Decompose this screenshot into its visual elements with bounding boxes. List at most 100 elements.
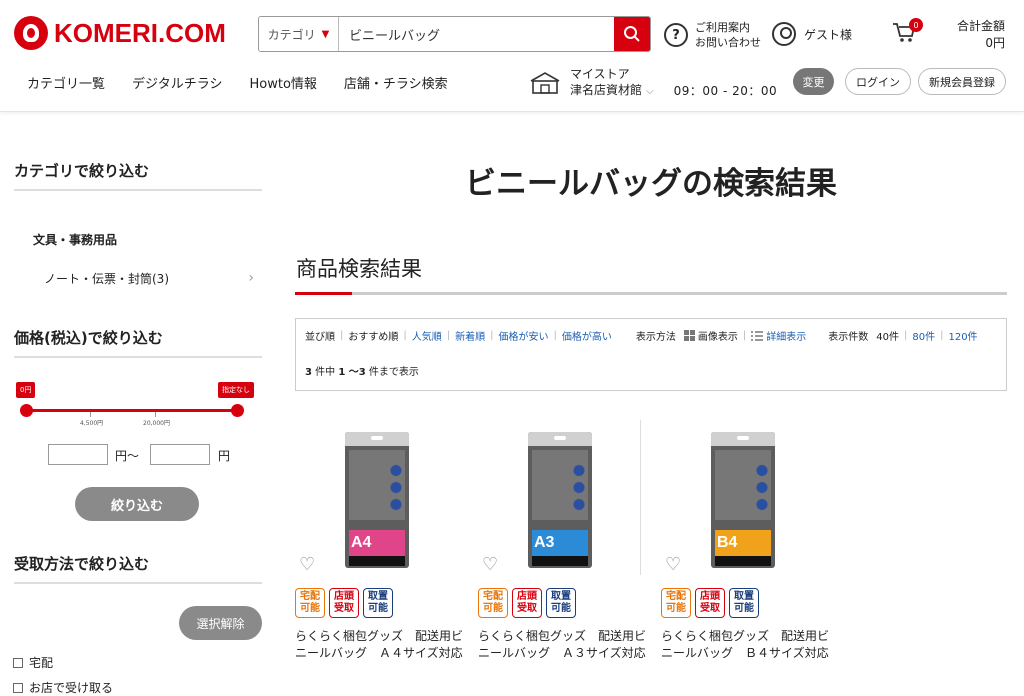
account-link[interactable]: ゲスト様: [772, 22, 852, 46]
search-bar: カテゴリ ▼: [258, 16, 651, 52]
divider: [14, 356, 262, 358]
product-size-text: B4: [717, 534, 738, 551]
heart-icon[interactable]: ♡: [665, 554, 681, 575]
my-store: マイストア 津名店資材館 ⌵ 09：00 - 20：00: [528, 66, 777, 100]
sort-newest[interactable]: 新着順: [455, 328, 485, 343]
view-detail[interactable]: 詳細表示: [766, 328, 806, 343]
result-count: 3 件中 1 〜3 件まで表示: [305, 363, 419, 378]
price-max-handle[interactable]: [231, 404, 244, 417]
checkbox-store-pickup[interactable]: お店で受け取る: [13, 679, 113, 696]
change-store-button[interactable]: 変更: [793, 68, 834, 95]
total-label: 合計金額: [956, 19, 1005, 33]
per-page-120[interactable]: 120件: [948, 328, 977, 343]
checkbox[interactable]: [13, 682, 23, 693]
search-input[interactable]: [339, 17, 614, 51]
result-count-mid: 件中: [311, 367, 339, 378]
search-category-select[interactable]: カテゴリ ▼: [259, 17, 339, 51]
result-count-tail: 件まで表示: [365, 367, 419, 378]
price-min-input[interactable]: [48, 444, 108, 465]
badge-store-pickup: 店頭 受取: [512, 588, 542, 618]
search-category-label: カテゴリ: [267, 27, 316, 42]
badge-home-delivery: 宅配 可能: [478, 588, 508, 618]
product-size-text: A3: [534, 534, 555, 551]
product-name-link[interactable]: らくらく梱包グッズ 配送用ビニールバッグ Ｂ４サイズ対応: [661, 628, 837, 662]
badge-reserve: 取置 可能: [729, 588, 759, 618]
nav-digital-flyer[interactable]: デジタルチラシ: [132, 73, 222, 92]
nav-store-search[interactable]: 店舗・チラシ検索: [344, 73, 448, 92]
chevron-down-icon: ▼: [321, 28, 330, 40]
apply-filter-button[interactable]: 絞り込む: [75, 487, 199, 521]
nav-categories[interactable]: カテゴリ一覧: [27, 73, 105, 92]
tick-mark: [90, 412, 91, 417]
product-name-link[interactable]: らくらく梱包グッズ 配送用ビニールバッグ Ａ３サイズ対応: [478, 628, 654, 662]
sort-recommended[interactable]: おすすめ順: [348, 328, 398, 343]
store-icon: [530, 72, 560, 94]
divider: [640, 420, 641, 575]
site-logo[interactable]: KOMERI.COM: [14, 16, 226, 50]
help-label: ご利用案内: [695, 21, 750, 34]
badge-reserve: 取置 可能: [546, 588, 576, 618]
badge-store-pickup: 店頭 受取: [695, 588, 725, 618]
checkbox[interactable]: [13, 657, 23, 668]
price-min-handle[interactable]: [20, 404, 33, 417]
pickup-filter-heading: 受取方法で絞り込む: [14, 555, 150, 573]
sort-toolbar: 並び順 | おすすめ順 | 人気順 | 新着順 | 価格が安い | 価格が高い 表示方法 …: [295, 318, 1007, 391]
login-button[interactable]: ログイン: [845, 68, 911, 95]
cart-total: 合計金額 0円: [957, 18, 1005, 52]
price-unit-from: 円〜: [115, 449, 140, 463]
total-value: 0円: [985, 36, 1005, 50]
category-child-link[interactable]: ノート・伝票・封筒(3) ›: [44, 270, 254, 287]
product-size-text: A4: [351, 534, 372, 551]
category-parent[interactable]: 文具・事務用品: [33, 231, 117, 248]
price-range-track: [26, 409, 238, 412]
question-icon: ?: [664, 23, 688, 47]
heart-icon[interactable]: ♡: [299, 554, 315, 575]
main-nav: カテゴリ一覧 デジタルチラシ Howto情報 店舗・チラシ検索: [27, 73, 475, 92]
checkbox-label: お店で受け取る: [29, 681, 114, 695]
guest-label: ゲスト様: [804, 27, 853, 42]
sort-price-high[interactable]: 価格が高い: [562, 328, 612, 343]
divider: [14, 582, 262, 584]
sort-popular[interactable]: 人気順: [412, 328, 442, 343]
view-image[interactable]: 画像表示: [698, 328, 738, 343]
category-child-label: ノート・伝票・封筒(3): [44, 272, 169, 286]
divider: [14, 189, 262, 191]
availability-badges: 宅配 可能 店頭 受取 取置 可能: [478, 588, 580, 618]
price-max-flag: 指定なし: [218, 382, 254, 398]
store-select[interactable]: マイストア 津名店資材館 ⌵: [570, 66, 654, 100]
price-max-input[interactable]: [150, 444, 210, 465]
checkbox-label: 宅配: [29, 656, 54, 670]
register-button[interactable]: 新規会員登録: [918, 68, 1006, 95]
per-page-80[interactable]: 80件: [912, 328, 935, 343]
search-button[interactable]: [614, 17, 650, 51]
nav-howto[interactable]: Howto情報: [250, 73, 317, 92]
product-image[interactable]: A4: [345, 432, 409, 568]
logo-text: KOMERI.COM: [54, 17, 226, 48]
chevron-right-icon: ›: [248, 270, 254, 286]
heart-icon[interactable]: ♡: [482, 554, 498, 575]
cart-button[interactable]: 0: [892, 18, 923, 48]
product-name-link[interactable]: らくらく梱包グッズ 配送用ビニールバッグ Ａ４サイズ対応: [295, 628, 471, 662]
site-header: KOMERI.COM カテゴリ ▼ ? ご利用案内 お問い合わせ ゲスト様 0 …: [0, 0, 1024, 112]
help-link[interactable]: ? ご利用案内 お問い合わせ: [664, 20, 761, 50]
sort-price-low[interactable]: 価格が安い: [499, 328, 549, 343]
badge-store-pickup: 店頭 受取: [329, 588, 359, 618]
product-image[interactable]: A3: [528, 432, 592, 568]
search-icon: [624, 26, 640, 42]
list-view-icon: [751, 330, 764, 341]
availability-badges: 宅配 可能 店頭 受取 取置 可能: [661, 588, 763, 618]
store-hours: 09：00 - 20：00: [673, 84, 778, 98]
my-store-label: マイストア: [570, 67, 630, 81]
product-image[interactable]: B4: [711, 432, 775, 568]
clear-selection-button[interactable]: 選択解除: [179, 606, 262, 640]
badge-home-delivery: 宅配 可能: [295, 588, 325, 618]
checkbox-home-delivery[interactable]: 宅配: [13, 654, 53, 671]
user-icon: [772, 22, 796, 46]
per-page-40[interactable]: 40件: [876, 328, 899, 343]
cart-count-badge: 0: [909, 18, 923, 32]
chevron-down-icon: ⌵: [646, 86, 654, 97]
availability-badges: 宅配 可能 店頭 受取 取置 可能: [295, 588, 397, 618]
view-label: 表示方法: [635, 332, 676, 343]
tick-label-4500: 4,500円: [80, 420, 104, 427]
contact-label: お問い合わせ: [695, 36, 761, 49]
